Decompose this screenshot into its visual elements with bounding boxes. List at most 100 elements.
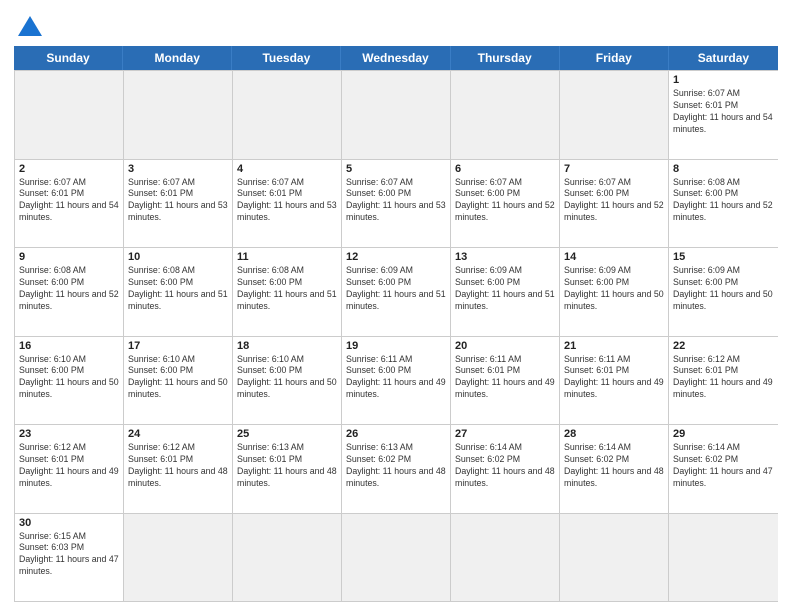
calendar-cell: 21 Sunrise: 6:11 AMSunset: 6:01 PMDayligh… xyxy=(560,337,669,425)
day-number: 2 xyxy=(19,163,119,175)
cell-info: Sunrise: 6:08 AMSunset: 6:00 PMDaylight:… xyxy=(128,265,228,313)
calendar-cell: 28Sunrise: 6:14 AMSunset: 6:02 PMDayligh… xyxy=(560,425,669,513)
day-number: 27 xyxy=(455,428,555,440)
cell-info: Sunrise: 6:09 AMSunset: 6:00 PMDaylight:… xyxy=(346,265,446,313)
calendar-cell xyxy=(451,514,560,602)
cell-info: Sunrise: 6:07 AMSunset: 6:01 PMDaylight:… xyxy=(673,88,774,136)
cell-info: Sunrise: 6:14 AMSunset: 6:02 PMDaylight:… xyxy=(455,442,555,490)
calendar-cell: 30 Sunrise: 6:15 AMSunset: 6:03 PMDayligh… xyxy=(15,514,124,602)
calendar-cell: 7 Sunrise: 6:07 AMSunset: 6:00 PMDaylight… xyxy=(560,160,669,248)
calendar-cell: 18Sunrise: 6:10 AMSunset: 6:00 PMDayligh… xyxy=(233,337,342,425)
day-number: 8 xyxy=(673,163,774,175)
calendar-row: 16Sunrise: 6:10 AMSunset: 6:00 PMDayligh… xyxy=(15,336,778,425)
calendar-cell: 24Sunrise: 6:12 AMSunset: 6:01 PMDayligh… xyxy=(124,425,233,513)
cell-info: Sunrise: 6:12 AMSunset: 6:01 PMDaylight:… xyxy=(673,354,774,402)
calendar-cell: 22 Sunrise: 6:12 AMSunset: 6:01 PMDayligh… xyxy=(669,337,778,425)
calendar-cell: 8 Sunrise: 6:08 AMSunset: 6:00 PMDaylight… xyxy=(669,160,778,248)
calendar-cell xyxy=(560,514,669,602)
cell-info: Sunrise: 6:13 AMSunset: 6:02 PMDaylight:… xyxy=(346,442,446,490)
cell-info: Sunrise: 6:07 AMSunset: 6:01 PMDaylight:… xyxy=(237,177,337,225)
calendar-body: 1 Sunrise: 6:07 AMSunset: 6:01 PMDaylight… xyxy=(14,70,778,602)
cell-info: Sunrise: 6:08 AMSunset: 6:00 PMDaylight:… xyxy=(19,265,119,313)
cell-info: Sunrise: 6:11 AMSunset: 6:01 PMDaylight:… xyxy=(455,354,555,402)
day-number: 23 xyxy=(19,428,119,440)
cell-info: Sunrise: 6:10 AMSunset: 6:00 PMDaylight:… xyxy=(128,354,228,402)
cell-info: Sunrise: 6:13 AMSunset: 6:01 PMDaylight:… xyxy=(237,442,337,490)
cell-info: Sunrise: 6:11 AMSunset: 6:00 PMDaylight:… xyxy=(346,354,446,402)
header xyxy=(14,10,778,42)
day-number: 7 xyxy=(564,163,664,175)
calendar-cell: 2 Sunrise: 6:07 AMSunset: 6:01 PMDaylight… xyxy=(15,160,124,248)
calendar-cell: 10 Sunrise: 6:08 AMSunset: 6:00 PMDayligh… xyxy=(124,248,233,336)
day-number: 21 xyxy=(564,340,664,352)
weekday-header: Sunday xyxy=(14,46,123,70)
day-number: 13 xyxy=(455,251,555,263)
cell-info: Sunrise: 6:09 AMSunset: 6:00 PMDaylight:… xyxy=(455,265,555,313)
calendar-cell xyxy=(233,514,342,602)
cell-info: Sunrise: 6:12 AMSunset: 6:01 PMDaylight:… xyxy=(19,442,119,490)
calendar-row: 9 Sunrise: 6:08 AMSunset: 6:00 PMDaylight… xyxy=(15,247,778,336)
calendar-cell: 14 Sunrise: 6:09 AMSunset: 6:00 PMDayligh… xyxy=(560,248,669,336)
calendar-cell xyxy=(124,71,233,159)
day-number: 1 xyxy=(673,74,774,86)
calendar-cell: 26 Sunrise: 6:13 AMSunset: 6:02 PMDayligh… xyxy=(342,425,451,513)
logo-icon xyxy=(16,14,44,42)
day-number: 20 xyxy=(455,340,555,352)
day-number: 29 xyxy=(673,428,774,440)
day-number: 22 xyxy=(673,340,774,352)
calendar-cell xyxy=(233,71,342,159)
calendar-cell xyxy=(15,71,124,159)
calendar: SundayMondayTuesdayWednesdayThursdayFrid… xyxy=(14,46,778,602)
calendar-cell xyxy=(342,71,451,159)
calendar-cell: 4 Sunrise: 6:07 AMSunset: 6:01 PMDaylight… xyxy=(233,160,342,248)
calendar-cell: 20 Sunrise: 6:11 AMSunset: 6:01 PMDayligh… xyxy=(451,337,560,425)
cell-info: Sunrise: 6:11 AMSunset: 6:01 PMDaylight:… xyxy=(564,354,664,402)
calendar-cell: 25 Sunrise: 6:13 AMSunset: 6:01 PMDayligh… xyxy=(233,425,342,513)
calendar-cell: 29 Sunrise: 6:14 AMSunset: 6:02 PMDayligh… xyxy=(669,425,778,513)
calendar-cell: 19 Sunrise: 6:11 AMSunset: 6:00 PMDayligh… xyxy=(342,337,451,425)
day-number: 30 xyxy=(19,517,119,529)
cell-info: Sunrise: 6:09 AMSunset: 6:00 PMDaylight:… xyxy=(564,265,664,313)
cell-info: Sunrise: 6:08 AMSunset: 6:00 PMDaylight:… xyxy=(673,177,774,225)
calendar-cell: 5Sunrise: 6:07 AMSunset: 6:00 PMDaylight… xyxy=(342,160,451,248)
day-number: 19 xyxy=(346,340,446,352)
day-number: 9 xyxy=(19,251,119,263)
day-number: 5 xyxy=(346,163,446,175)
day-number: 3 xyxy=(128,163,228,175)
day-number: 11 xyxy=(237,251,337,263)
weekday-header: Tuesday xyxy=(232,46,341,70)
weekday-header: Wednesday xyxy=(341,46,450,70)
cell-info: Sunrise: 6:15 AMSunset: 6:03 PMDaylight:… xyxy=(19,531,119,579)
day-number: 4 xyxy=(237,163,337,175)
day-number: 15 xyxy=(673,251,774,263)
cell-info: Sunrise: 6:07 AMSunset: 6:00 PMDaylight:… xyxy=(564,177,664,225)
weekday-header: Saturday xyxy=(669,46,778,70)
day-number: 24 xyxy=(128,428,228,440)
day-number: 18 xyxy=(237,340,337,352)
day-number: 25 xyxy=(237,428,337,440)
day-number: 28 xyxy=(564,428,664,440)
cell-info: Sunrise: 6:07 AMSunset: 6:01 PMDaylight:… xyxy=(19,177,119,225)
calendar-cell xyxy=(451,71,560,159)
calendar-cell: 13 Sunrise: 6:09 AMSunset: 6:00 PMDayligh… xyxy=(451,248,560,336)
calendar-cell: 15 Sunrise: 6:09 AMSunset: 6:00 PMDayligh… xyxy=(669,248,778,336)
day-number: 10 xyxy=(128,251,228,263)
logo xyxy=(14,14,44,42)
cell-info: Sunrise: 6:07 AMSunset: 6:01 PMDaylight:… xyxy=(128,177,228,225)
weekday-header: Monday xyxy=(123,46,232,70)
calendar-cell: 12Sunrise: 6:09 AMSunset: 6:00 PMDayligh… xyxy=(342,248,451,336)
cell-info: Sunrise: 6:10 AMSunset: 6:00 PMDaylight:… xyxy=(19,354,119,402)
cell-info: Sunrise: 6:14 AMSunset: 6:02 PMDaylight:… xyxy=(673,442,774,490)
calendar-header-row: SundayMondayTuesdayWednesdayThursdayFrid… xyxy=(14,46,778,70)
day-number: 6 xyxy=(455,163,555,175)
calendar-cell: 23 Sunrise: 6:12 AMSunset: 6:01 PMDayligh… xyxy=(15,425,124,513)
day-number: 26 xyxy=(346,428,446,440)
calendar-cell: 6 Sunrise: 6:07 AMSunset: 6:00 PMDaylight… xyxy=(451,160,560,248)
day-number: 14 xyxy=(564,251,664,263)
calendar-cell: 9 Sunrise: 6:08 AMSunset: 6:00 PMDaylight… xyxy=(15,248,124,336)
cell-info: Sunrise: 6:07 AMSunset: 6:00 PMDaylight:… xyxy=(455,177,555,225)
cell-info: Sunrise: 6:09 AMSunset: 6:00 PMDaylight:… xyxy=(673,265,774,313)
day-number: 17 xyxy=(128,340,228,352)
calendar-row: 30 Sunrise: 6:15 AMSunset: 6:03 PMDayligh… xyxy=(15,513,778,602)
weekday-header: Thursday xyxy=(451,46,560,70)
